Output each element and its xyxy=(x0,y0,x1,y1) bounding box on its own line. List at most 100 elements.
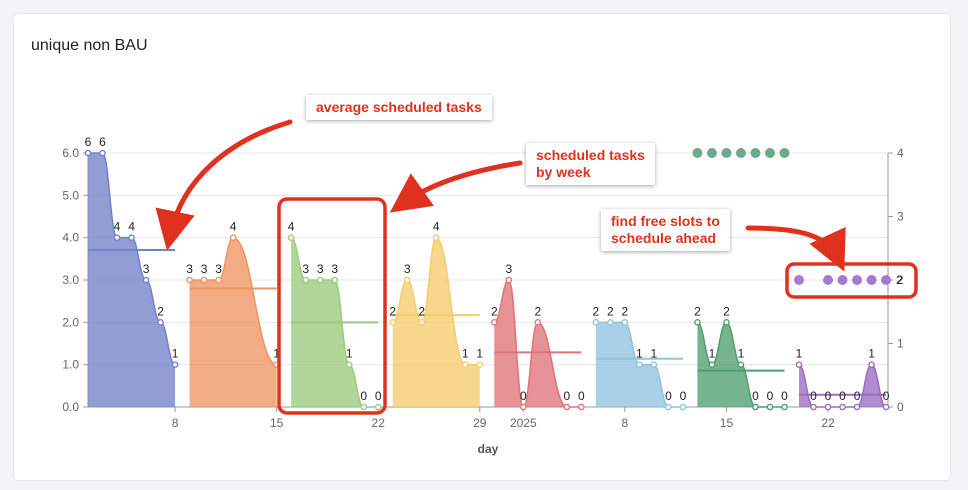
data-label: 1 xyxy=(651,347,658,361)
data-point xyxy=(389,319,397,326)
x-tick-label: 2025 xyxy=(510,416,537,430)
data-label: 3 xyxy=(317,262,324,276)
data-point xyxy=(679,403,687,411)
data-point xyxy=(520,403,527,411)
data-point xyxy=(476,361,484,368)
free-slots-callout: find free slots to schedule ahead xyxy=(601,209,730,251)
data-point xyxy=(461,361,469,368)
x-tick-label: 29 xyxy=(473,416,487,430)
data-point xyxy=(621,319,629,326)
y-tick-label: 6.0 xyxy=(62,146,79,160)
data-label: 0 xyxy=(883,389,890,403)
data-point xyxy=(839,403,846,411)
data-point xyxy=(824,403,832,411)
data-point xyxy=(157,319,164,326)
data-label: 0 xyxy=(360,389,367,403)
free-slot-dot-purple xyxy=(837,275,848,285)
data-point xyxy=(316,276,324,284)
x-tick-label: 8 xyxy=(172,416,179,430)
data-label: 3 xyxy=(143,262,150,276)
data-label: 4 xyxy=(433,220,440,234)
data-point xyxy=(418,319,426,326)
data-label: 3 xyxy=(505,262,512,276)
data-label: 0 xyxy=(375,389,382,403)
data-point xyxy=(302,276,309,284)
y-tick-label: 2.0 xyxy=(62,315,79,329)
average-tasks-callout: average scheduled tasks xyxy=(306,95,492,120)
data-label: 0 xyxy=(767,389,774,403)
data-label: 1 xyxy=(636,347,643,361)
data-label: 1 xyxy=(346,347,353,361)
data-label: 2 xyxy=(622,304,629,318)
data-label: 6 xyxy=(85,135,92,149)
data-point xyxy=(490,319,498,326)
free-slot-dot-purple xyxy=(823,275,834,285)
data-point xyxy=(200,276,208,284)
data-label: 0 xyxy=(680,389,687,403)
data-label: 0 xyxy=(854,389,861,403)
data-label: 3 xyxy=(302,262,309,276)
data-label: 1 xyxy=(172,347,179,361)
y-tick-label: 5.0 xyxy=(62,188,79,202)
data-point xyxy=(592,319,600,326)
data-point xyxy=(345,361,353,368)
data-point xyxy=(186,276,193,284)
free-slot-dot-green xyxy=(706,148,717,158)
data-label: 4 xyxy=(114,220,121,234)
free-slot-dot-purple xyxy=(881,275,892,285)
x-tick-label: 8 xyxy=(622,416,629,430)
data-point xyxy=(781,403,788,411)
data-point xyxy=(882,403,890,411)
data-point xyxy=(665,403,672,411)
free-slot-dot-green xyxy=(779,148,790,158)
data-point xyxy=(128,234,135,241)
x-tick-label: 22 xyxy=(372,416,386,430)
y-tick-label: 3.0 xyxy=(62,273,79,287)
data-point xyxy=(694,319,701,326)
free-slot-dot-green xyxy=(764,148,775,158)
data-label: 4 xyxy=(128,220,135,234)
data-label: 4 xyxy=(288,220,295,234)
data-point xyxy=(766,403,774,411)
data-point xyxy=(84,149,92,157)
free-slot-dot-purple xyxy=(866,275,877,285)
x-axis-title: day xyxy=(478,442,499,456)
data-label: 2 xyxy=(607,304,614,318)
data-point xyxy=(868,361,875,368)
data-point xyxy=(331,276,338,284)
data-point xyxy=(723,319,730,326)
data-point xyxy=(534,319,542,326)
y2-tick-label: 3 xyxy=(897,210,904,224)
weekly-tasks-callout: scheduled tasks by week xyxy=(526,143,655,185)
data-label: 0 xyxy=(665,389,672,403)
data-point xyxy=(171,361,179,368)
data-point xyxy=(229,234,237,241)
x-tick-label: 15 xyxy=(270,416,284,430)
data-label: 2 xyxy=(389,304,396,318)
data-label: 2 xyxy=(418,304,425,318)
data-label: 1 xyxy=(462,347,469,361)
data-point xyxy=(752,403,759,411)
data-label: 1 xyxy=(868,347,875,361)
weekly-arrow xyxy=(389,160,523,213)
free-slot-dot-purple xyxy=(852,275,863,285)
data-point xyxy=(810,403,817,411)
data-point xyxy=(287,234,295,241)
data-label: 0 xyxy=(578,389,585,403)
data-label: 3 xyxy=(404,262,411,276)
data-point xyxy=(432,234,440,241)
data-point xyxy=(113,234,121,241)
x-tick-label: 22 xyxy=(821,416,835,430)
data-point xyxy=(650,361,658,368)
series-area xyxy=(494,280,582,407)
y-tick-label: 1.0 xyxy=(62,358,79,372)
data-point xyxy=(853,403,861,411)
y-tick-label: 4.0 xyxy=(62,231,79,245)
data-label: 0 xyxy=(563,389,570,403)
free-slot-dot-green xyxy=(692,148,703,158)
data-point xyxy=(215,276,222,284)
data-point xyxy=(99,149,106,157)
data-point xyxy=(636,361,643,368)
data-label: 6 xyxy=(99,135,106,149)
data-point xyxy=(505,276,513,284)
